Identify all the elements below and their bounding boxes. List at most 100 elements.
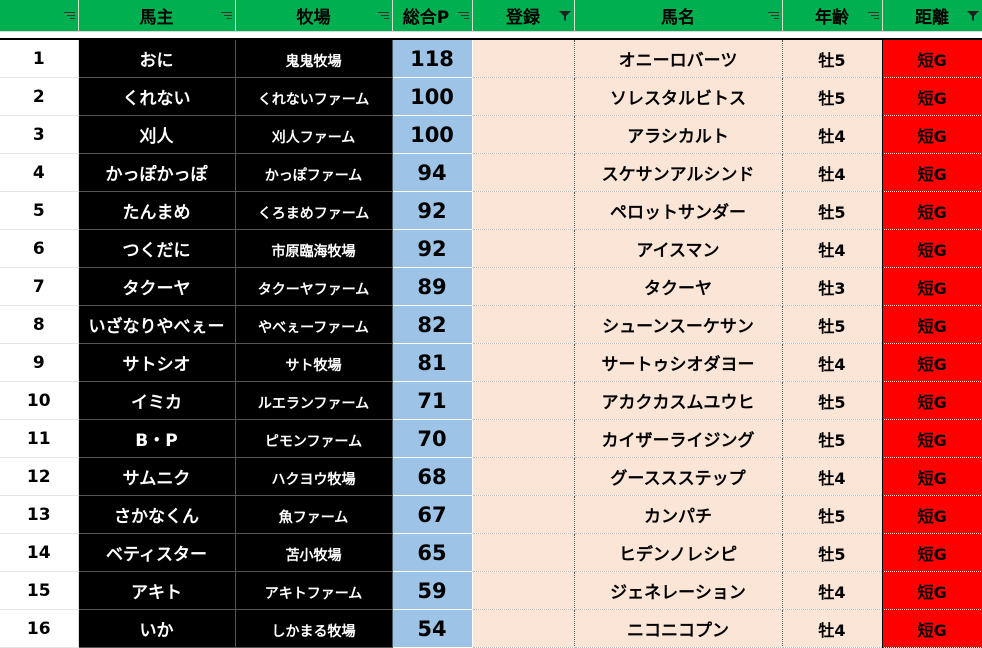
horse-name-cell[interactable]: ソレスタルビトス (574, 77, 783, 116)
total-points-cell[interactable]: 100 (392, 115, 473, 154)
farm-cell[interactable]: ピモンファーム (235, 419, 393, 458)
farm-cell[interactable]: 市原臨海牧場 (235, 229, 393, 268)
age-cell[interactable]: 牡5 (782, 39, 883, 78)
total-points-cell[interactable]: 81 (392, 343, 473, 382)
age-cell[interactable]: 牡5 (782, 495, 883, 534)
total-points-cell[interactable]: 67 (392, 495, 473, 534)
row-number-cell[interactable]: 12 (0, 457, 79, 496)
row-number-cell[interactable]: 13 (0, 495, 79, 534)
row-number-cell[interactable]: 8 (0, 305, 79, 344)
farm-cell[interactable]: 魚ファーム (235, 495, 393, 534)
owner-cell[interactable]: くれない (78, 77, 236, 116)
row-number-cell[interactable]: 3 (0, 115, 79, 154)
farm-cell[interactable]: ルエランファーム (235, 381, 393, 420)
farm-cell[interactable]: 苫小牧場 (235, 533, 393, 572)
distance-cell[interactable]: 短G (882, 533, 982, 572)
age-cell[interactable]: 牡4 (782, 229, 883, 268)
registration-cell[interactable] (472, 39, 575, 78)
registration-cell[interactable] (472, 495, 575, 534)
registration-cell[interactable] (472, 267, 575, 306)
total-points-cell[interactable]: 82 (392, 305, 473, 344)
distance-cell[interactable]: 短G (882, 419, 982, 458)
registration-cell[interactable] (472, 343, 575, 382)
age-cell[interactable]: 牡3 (782, 267, 883, 306)
distance-cell[interactable]: 短G (882, 571, 982, 610)
farm-cell[interactable]: かっぽファーム (235, 153, 393, 192)
total-points-cell[interactable]: 89 (392, 267, 473, 306)
owner-cell[interactable]: サムニク (78, 457, 236, 496)
owner-cell[interactable]: 刈人 (78, 115, 236, 154)
distance-cell[interactable]: 短G (882, 305, 982, 344)
total-points-cell[interactable]: 68 (392, 457, 473, 496)
age-cell[interactable]: 牡4 (782, 343, 883, 382)
total-points-cell[interactable]: 71 (392, 381, 473, 420)
horse-name-cell[interactable]: オニーロバーツ (574, 39, 783, 78)
owner-cell[interactable]: アキト (78, 571, 236, 610)
total-points-cell[interactable]: 92 (392, 229, 473, 268)
row-number-cell[interactable]: 14 (0, 533, 79, 572)
registration-cell[interactable] (472, 381, 575, 420)
owner-cell[interactable]: タクーヤ (78, 267, 236, 306)
farm-cell[interactable]: くれないファーム (235, 77, 393, 116)
age-cell[interactable]: 牡5 (782, 191, 883, 230)
distance-cell[interactable]: 短G (882, 609, 982, 648)
farm-cell[interactable]: ハクヨウ牧場 (235, 457, 393, 496)
owner-cell[interactable]: いか (78, 609, 236, 648)
row-number-cell[interactable]: 1 (0, 39, 79, 78)
farm-cell[interactable]: 鬼鬼牧場 (235, 39, 393, 78)
total-points-cell[interactable]: 70 (392, 419, 473, 458)
horse-name-cell[interactable]: アカクカスムユウヒ (574, 381, 783, 420)
farm-cell[interactable]: くろまめファーム (235, 191, 393, 230)
row-number-cell[interactable]: 11 (0, 419, 79, 458)
row-number-cell[interactable]: 7 (0, 267, 79, 306)
row-number-cell[interactable]: 2 (0, 77, 79, 116)
distance-cell[interactable]: 短G (882, 39, 982, 78)
filter-dropdown-icon[interactable] (62, 9, 75, 22)
registration-cell[interactable] (472, 571, 575, 610)
row-number-cell[interactable]: 5 (0, 191, 79, 230)
registration-cell[interactable] (472, 115, 575, 154)
registration-cell[interactable] (472, 533, 575, 572)
distance-cell[interactable]: 短G (882, 343, 982, 382)
farm-cell[interactable]: アキトファーム (235, 571, 393, 610)
registration-cell[interactable] (472, 609, 575, 648)
distance-cell[interactable]: 短G (882, 191, 982, 230)
horse-name-cell[interactable]: タクーヤ (574, 267, 783, 306)
age-cell[interactable]: 牡5 (782, 533, 883, 572)
owner-cell[interactable]: おに (78, 39, 236, 78)
horse-name-cell[interactable]: サートゥシオダヨー (574, 343, 783, 382)
horse-name-cell[interactable]: ヒデンノレシピ (574, 533, 783, 572)
row-number-cell[interactable]: 10 (0, 381, 79, 420)
total-points-cell[interactable]: 94 (392, 153, 473, 192)
age-cell[interactable]: 牡4 (782, 457, 883, 496)
age-cell[interactable]: 牡5 (782, 77, 883, 116)
row-number-cell[interactable]: 4 (0, 153, 79, 192)
horse-name-cell[interactable]: カンパチ (574, 495, 783, 534)
filter-dropdown-icon[interactable] (766, 9, 779, 22)
distance-cell[interactable]: 短G (882, 229, 982, 268)
farm-cell[interactable]: サト牧場 (235, 343, 393, 382)
row-number-cell[interactable]: 16 (0, 609, 79, 648)
distance-cell[interactable]: 短G (882, 267, 982, 306)
distance-cell[interactable]: 短G (882, 115, 982, 154)
farm-cell[interactable]: しかまる牧場 (235, 609, 393, 648)
total-points-cell[interactable]: 100 (392, 77, 473, 116)
distance-cell[interactable]: 短G (882, 153, 982, 192)
filter-active-icon[interactable] (966, 10, 979, 22)
horse-name-cell[interactable]: グーススステップ (574, 457, 783, 496)
distance-cell[interactable]: 短G (882, 457, 982, 496)
registration-cell[interactable] (472, 457, 575, 496)
distance-cell[interactable]: 短G (882, 381, 982, 420)
row-number-cell[interactable]: 9 (0, 343, 79, 382)
owner-cell[interactable]: サトシオ (78, 343, 236, 382)
distance-cell[interactable]: 短G (882, 495, 982, 534)
horse-name-cell[interactable]: ジェネレーション (574, 571, 783, 610)
age-cell[interactable]: 牡4 (782, 609, 883, 648)
registration-cell[interactable] (472, 153, 575, 192)
age-cell[interactable]: 牡4 (782, 153, 883, 192)
owner-cell[interactable]: イミカ (78, 381, 236, 420)
owner-cell[interactable]: つくだに (78, 229, 236, 268)
registration-cell[interactable] (472, 77, 575, 116)
owner-cell[interactable]: いざなりやべぇー (78, 305, 236, 344)
farm-cell[interactable]: 刈人ファーム (235, 115, 393, 154)
